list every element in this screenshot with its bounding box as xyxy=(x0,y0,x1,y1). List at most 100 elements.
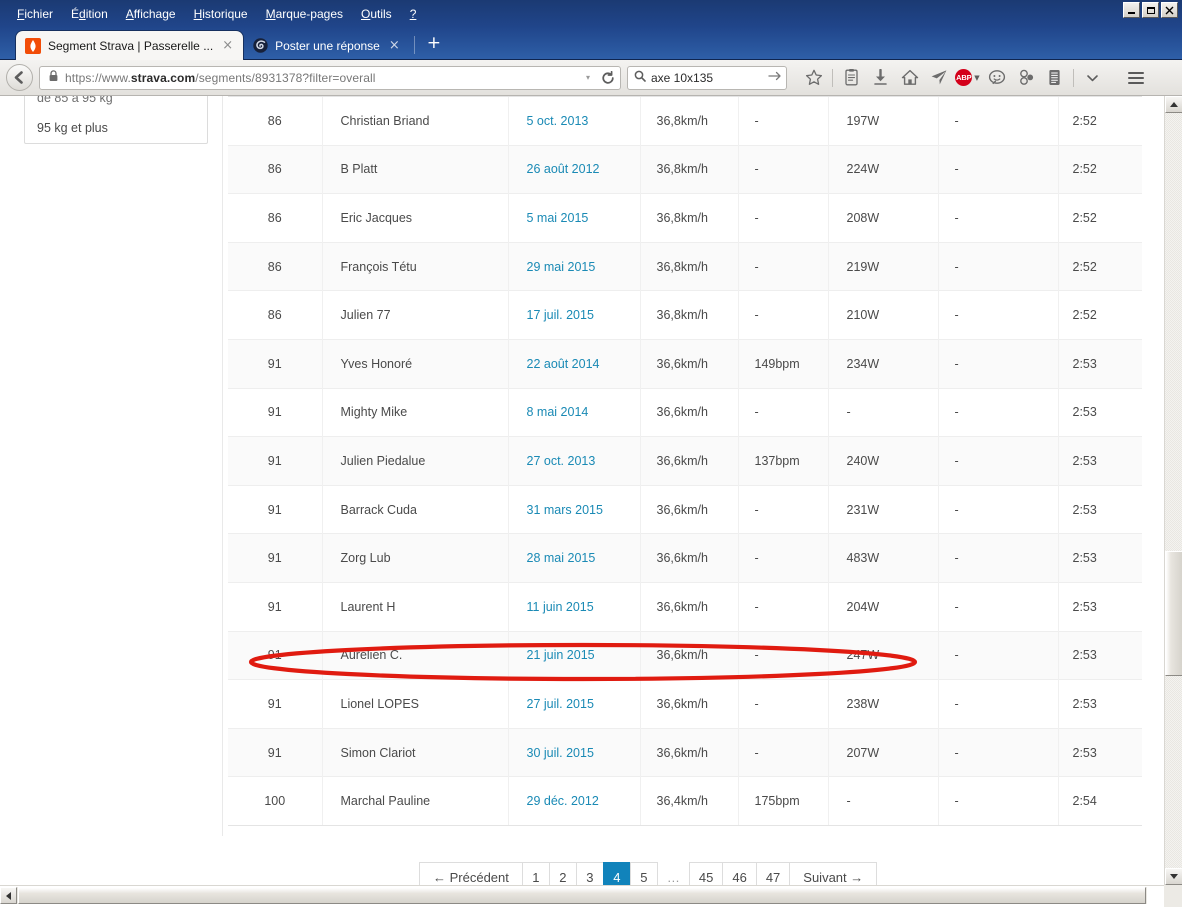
menu-historique[interactable]: Historique xyxy=(185,4,257,24)
cell-date[interactable]: 30 juil. 2015 xyxy=(507,727,640,777)
chevron-down-icon[interactable]: ▾ xyxy=(586,73,594,82)
activity-date-link[interactable]: 5 mai 2015 xyxy=(527,211,589,225)
pagination-page-45[interactable]: 45 xyxy=(688,862,724,885)
pagination-page-46[interactable]: 46 xyxy=(722,862,757,885)
menu-edition[interactable]: Édition xyxy=(62,4,117,24)
bookmark-star-icon[interactable] xyxy=(799,64,828,92)
search-bar[interactable]: axe 10x135 xyxy=(627,65,787,90)
cell-date[interactable]: 31 mars 2015 xyxy=(507,484,640,534)
tab-segment-strava[interactable]: Segment Strava | Passerelle ... × xyxy=(16,31,244,60)
adblock-plus-icon[interactable]: ABP ▼ xyxy=(953,64,982,92)
cell-date[interactable]: 5 oct. 2013 xyxy=(507,96,640,146)
hamburger-menu-icon[interactable] xyxy=(1121,64,1150,92)
activity-date-link[interactable]: 21 juin 2015 xyxy=(527,648,595,662)
scroll-up-button[interactable] xyxy=(1165,96,1182,113)
cell-date[interactable]: 29 mai 2015 xyxy=(507,241,640,291)
table-row[interactable]: 86 B Platt 26 août 2012 36,8km/h -224W -2:52 xyxy=(228,144,1142,194)
cell-date[interactable]: 29 déc. 2012 xyxy=(507,776,640,826)
table-row[interactable]: 86 Julien 77 17 juil. 2015 36,8km/h -210W -2:… xyxy=(228,290,1142,340)
cell-date[interactable]: 8 mai 2014 xyxy=(507,387,640,437)
url-bar[interactable]: https://www.strava.com/segments/8931378?… xyxy=(39,65,621,90)
downloads-icon[interactable] xyxy=(866,64,895,92)
menu-aide[interactable]: ? xyxy=(401,4,426,24)
scroll-left-button[interactable] xyxy=(0,887,17,904)
table-row[interactable]: 91 Barrack Cuda 31 mars 2015 36,6km/h -231W -… xyxy=(228,484,1142,534)
cell-date[interactable]: 21 juin 2015 xyxy=(507,630,640,680)
overflow-caret-icon[interactable] xyxy=(1078,64,1107,92)
pagination-page-2[interactable]: 2 xyxy=(548,862,577,885)
close-button[interactable] xyxy=(1161,2,1178,18)
cell-date[interactable]: 11 juin 2015 xyxy=(507,581,640,632)
user-account-icon[interactable] xyxy=(1011,64,1040,92)
pagination-page-4[interactable]: 4 xyxy=(602,862,631,885)
activity-date-link[interactable]: 17 juil. 2015 xyxy=(527,308,594,322)
table-row[interactable]: 86 François Tétu 29 mai 2015 36,8km/h -219W -… xyxy=(228,241,1142,291)
filter-option-85-95[interactable]: de 85 à 95 kg xyxy=(25,96,207,113)
pagination-page-5[interactable]: 5 xyxy=(629,862,658,885)
cell-date[interactable]: 17 juil. 2015 xyxy=(507,290,640,340)
menu-fichier[interactable]: Fichier xyxy=(8,4,62,24)
activity-date-link[interactable]: 30 juil. 2015 xyxy=(527,746,594,760)
activity-date-link[interactable]: 22 août 2014 xyxy=(527,357,600,371)
table-row[interactable]: 91 Laurent H 11 juin 2015 36,6km/h -204W -2:5… xyxy=(228,581,1142,632)
table-row[interactable]: 91 Zorg Lub 28 mai 2015 36,6km/h -483W -2:53 xyxy=(228,533,1142,583)
horizontal-scrollbar[interactable] xyxy=(0,885,1182,907)
table-row[interactable]: 91 Aurélien C. 21 juin 2015 36,6km/h -247W -2… xyxy=(228,630,1142,680)
table-row[interactable]: 86 Christian Briand 5 oct. 2013 36,8km/h -19… xyxy=(228,96,1142,146)
minimize-button[interactable] xyxy=(1123,2,1140,18)
tab-close-icon[interactable]: × xyxy=(220,39,235,52)
cell-date[interactable]: 27 oct. 2013 xyxy=(507,436,640,486)
home-icon[interactable] xyxy=(895,64,924,92)
new-tab-button[interactable]: + xyxy=(417,35,451,56)
activity-date-link[interactable]: 29 déc. 2012 xyxy=(527,794,599,808)
table-row[interactable]: 100 Marchal Pauline 29 déc. 2012 36,4km/h 17… xyxy=(228,776,1142,826)
activity-date-link[interactable]: 29 mai 2015 xyxy=(527,260,596,274)
weight-filter-box[interactable]: de 85 à 95 kg 95 kg et plus xyxy=(24,96,208,144)
table-row[interactable]: 91 Julien Piedalue 27 oct. 2013 36,6km/h 137… xyxy=(228,436,1142,486)
pagination-page-47[interactable]: 47 xyxy=(755,862,791,885)
reading-list-icon[interactable] xyxy=(837,64,866,92)
table-row[interactable]: 91 Simon Clariot 30 juil. 2015 36,6km/h -207… xyxy=(228,727,1142,777)
cell-date[interactable]: 5 mai 2015 xyxy=(507,193,640,243)
pagination-next[interactable]: Suivant → xyxy=(789,862,878,885)
table-row[interactable]: 86 Eric Jacques 5 mai 2015 36,8km/h -208W -2:… xyxy=(228,193,1142,243)
horizontal-scrollbar-thumb[interactable] xyxy=(18,887,1146,904)
activity-date-link[interactable]: 27 oct. 2013 xyxy=(527,454,596,468)
activity-date-link[interactable]: 5 oct. 2013 xyxy=(527,114,589,128)
back-button[interactable] xyxy=(6,64,33,91)
search-go-icon[interactable] xyxy=(768,70,782,85)
activity-date-link[interactable]: 11 juin 2015 xyxy=(527,600,594,614)
pocket-icon[interactable] xyxy=(924,64,953,92)
cell-date[interactable]: 26 août 2012 xyxy=(507,144,640,194)
vertical-scrollbar-thumb[interactable] xyxy=(1165,551,1182,676)
menu-affichage[interactable]: Affichage xyxy=(117,4,185,24)
menu-outils[interactable]: Outils xyxy=(352,4,401,24)
activity-date-link[interactable]: 28 mai 2015 xyxy=(527,551,596,565)
clipboard-icon[interactable] xyxy=(1040,64,1069,92)
filter-option-95-plus[interactable]: 95 kg et plus xyxy=(25,113,207,143)
activity-date-link[interactable]: 27 juil. 2015 xyxy=(527,697,594,711)
tab-poster-une-reponse[interactable]: Poster une réponse × xyxy=(243,31,410,60)
cell-date[interactable]: 27 juil. 2015 xyxy=(507,679,640,729)
table-row[interactable]: 91 Mighty Mike 8 mai 2014 36,6km/h - - -2:53 xyxy=(228,387,1142,437)
menu-marque-pages[interactable]: Marque-pages xyxy=(257,4,352,24)
chat-bubble-icon[interactable] xyxy=(982,64,1011,92)
cell-date[interactable]: 28 mai 2015 xyxy=(507,533,640,583)
activity-date-link[interactable]: 8 mai 2014 xyxy=(527,405,589,419)
pagination-prev[interactable]: ← Précédent xyxy=(419,862,523,885)
reload-icon[interactable] xyxy=(600,70,616,85)
table-row[interactable]: 91 Lionel LOPES 27 juil. 2015 36,6km/h -238W… xyxy=(228,679,1142,729)
vertical-scrollbar[interactable] xyxy=(1164,96,1182,885)
tab-close-icon[interactable]: × xyxy=(387,39,402,52)
search-input[interactable]: axe 10x135 xyxy=(651,71,763,85)
pagination-page-3[interactable]: 3 xyxy=(575,862,604,885)
activity-date-link[interactable]: 31 mars 2015 xyxy=(527,503,603,517)
table-row[interactable]: 91 Yves Honoré 22 août 2014 36,6km/h 149bpm 2… xyxy=(228,338,1142,389)
pagination-page-1[interactable]: 1 xyxy=(521,862,550,885)
scroll-down-button[interactable] xyxy=(1165,868,1182,885)
maximize-button[interactable] xyxy=(1142,2,1159,18)
chevron-down-icon[interactable]: ▼ xyxy=(974,74,979,82)
activity-date-link[interactable]: 26 août 2012 xyxy=(527,162,600,176)
cell-date[interactable]: 22 août 2014 xyxy=(507,338,640,389)
vertical-scrollbar-track[interactable] xyxy=(1165,113,1182,868)
